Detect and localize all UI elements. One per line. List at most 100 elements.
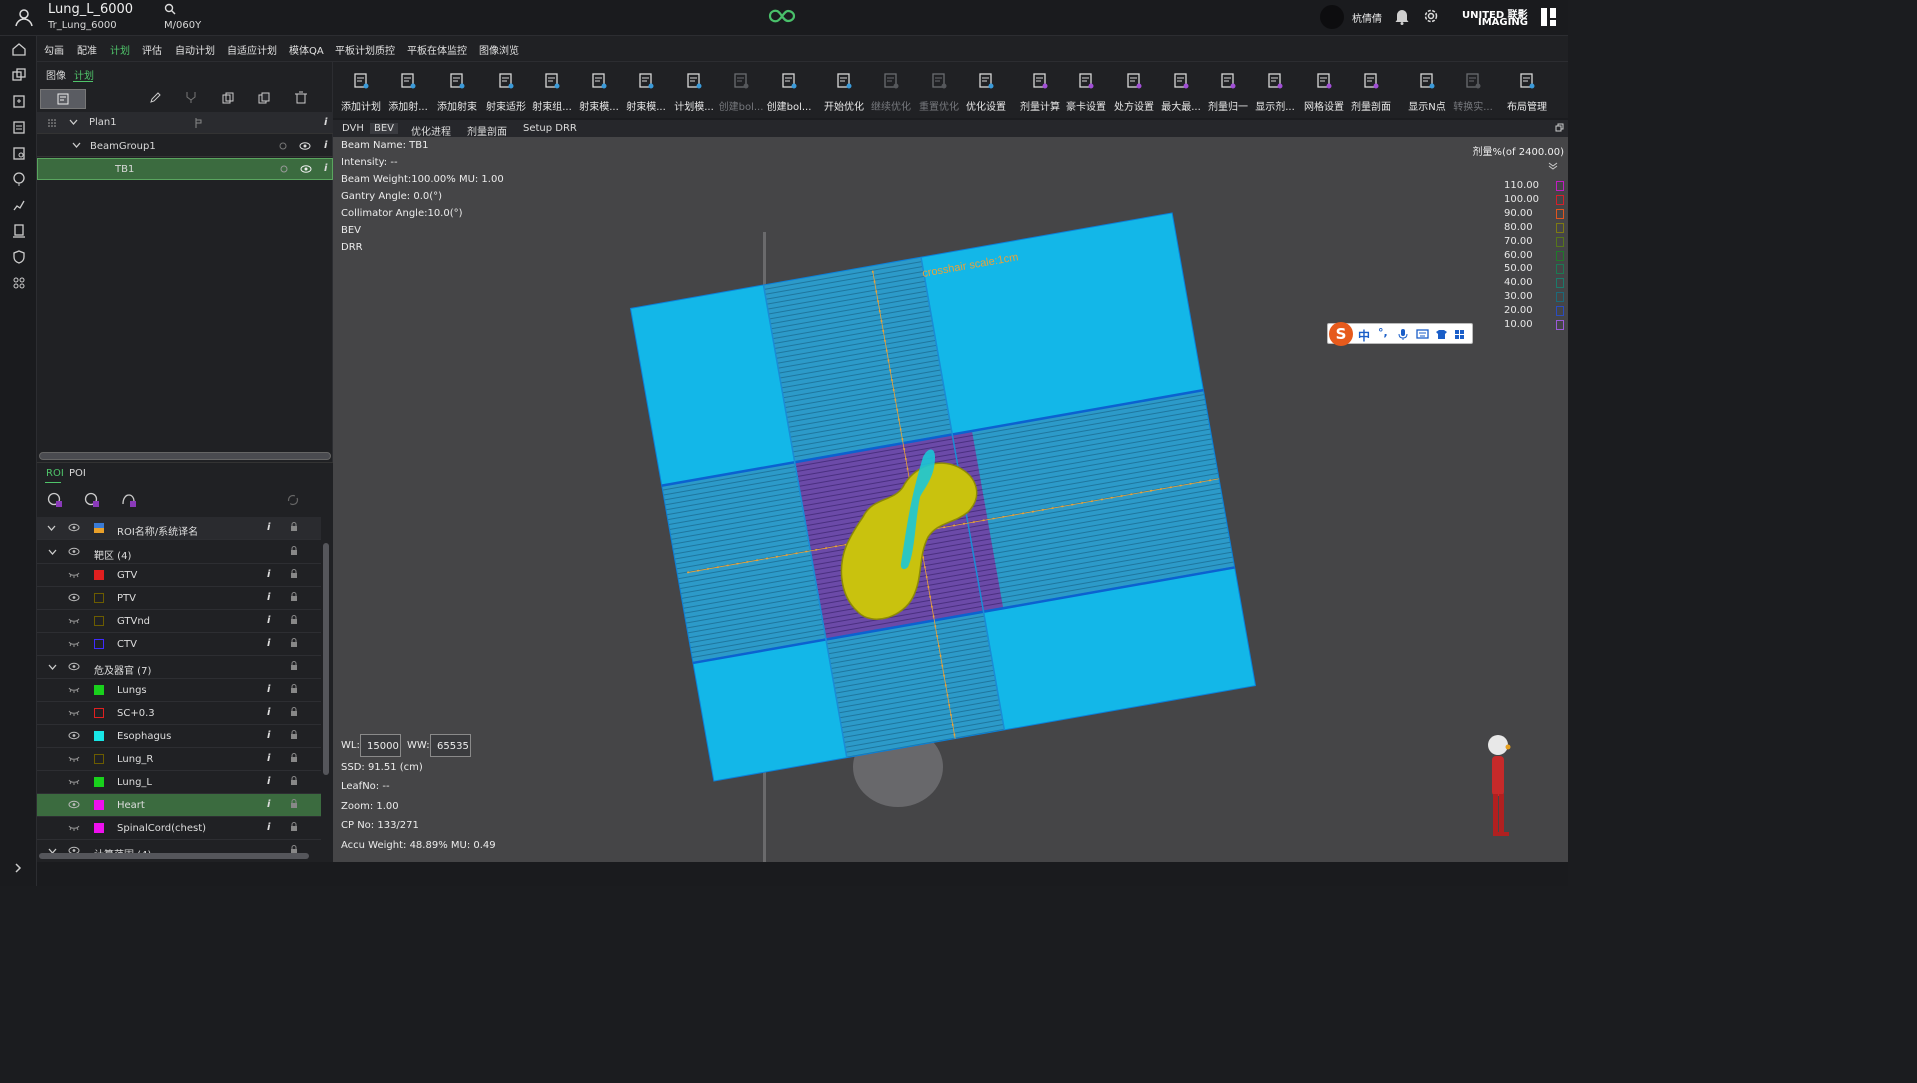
info-icon[interactable]: i [267, 776, 270, 787]
dose-level-swatch-icon[interactable] [1556, 250, 1564, 261]
eye-closed-icon[interactable] [68, 754, 80, 763]
info-icon[interactable]: i [267, 522, 270, 533]
tree-row-beamgroup[interactable]: BeamGroup1 i [37, 135, 333, 157]
info-icon[interactable]: i [324, 117, 327, 128]
ime-lang[interactable]: 中 [1358, 327, 1370, 344]
tab-poi[interactable]: POI [69, 468, 86, 479]
roi-color-swatch-icon[interactable] [94, 754, 104, 764]
eye-icon[interactable] [68, 731, 80, 740]
roi-group-row[interactable]: 危及器官 (7) [37, 656, 321, 679]
roi-group-row[interactable]: 靶区 (4) [37, 541, 321, 564]
user-name[interactable]: 杭倩倩 [1352, 10, 1382, 25]
copy-icon[interactable] [222, 92, 234, 104]
refresh-icon[interactable] [287, 494, 299, 506]
stats-icon[interactable] [12, 198, 26, 212]
info-icon[interactable]: i [267, 799, 270, 810]
keyboard-icon[interactable] [1416, 329, 1429, 339]
info-icon[interactable]: i [267, 638, 270, 649]
menu-evaluate[interactable]: 评估 [142, 42, 162, 57]
avatar[interactable] [1320, 5, 1344, 29]
bev-image[interactable]: crosshair scale:1cm [333, 137, 1568, 862]
roi-tool-icon[interactable] [84, 492, 100, 508]
bell-icon[interactable] [1394, 8, 1410, 25]
roi-item-row[interactable]: GTV i [37, 564, 321, 587]
info-icon[interactable]: i [267, 684, 270, 695]
lock-icon[interactable] [290, 661, 298, 671]
toolbox-icon[interactable] [1454, 329, 1465, 340]
menu-phantom-qa[interactable]: 模体QA [289, 42, 324, 57]
menu-contour[interactable]: 勾画 [44, 42, 64, 57]
chevron-down-icon[interactable] [48, 549, 57, 556]
evaluate-icon[interactable] [12, 120, 26, 134]
dose-visibility-icon[interactable] [278, 164, 290, 174]
roi-color-swatch-icon[interactable] [94, 570, 104, 580]
dose-level-swatch-icon[interactable] [1556, 292, 1564, 303]
layout-management-button[interactable]: 布局管理 [1501, 62, 1553, 118]
lock-icon[interactable] [290, 822, 298, 832]
info-icon[interactable]: i [267, 707, 270, 718]
eye-icon[interactable] [68, 547, 80, 556]
info-icon[interactable]: i [267, 730, 270, 741]
roi-item-row[interactable]: Esophagus i [37, 725, 321, 748]
chevron-down-icon[interactable] [72, 142, 81, 149]
home-icon[interactable] [12, 42, 26, 56]
plan-icon[interactable] [12, 94, 26, 108]
tab-dose-profile[interactable]: 剂量剖面 [467, 123, 507, 138]
bev-viewport[interactable]: crosshair scale:1cm Beam Name: TB1 Inten… [333, 137, 1568, 862]
roi-vertical-scrollbar[interactable] [323, 543, 329, 775]
dose-level-swatch-icon[interactable] [1556, 306, 1564, 317]
ime-punct[interactable]: °, [1378, 326, 1388, 339]
brain-icon[interactable] [12, 172, 26, 186]
tree-scrollbar[interactable] [39, 452, 331, 460]
info-icon[interactable]: i [267, 615, 270, 626]
roi-color-swatch-icon[interactable] [94, 777, 104, 787]
lock-icon[interactable] [290, 707, 298, 717]
user-icon[interactable] [14, 7, 34, 27]
wl-input[interactable]: 15000 [360, 734, 401, 757]
dose-visibility-icon[interactable] [277, 141, 289, 151]
lock-icon[interactable] [290, 753, 298, 763]
roi-tool-icon[interactable] [121, 492, 137, 508]
maximize-icon[interactable] [1555, 123, 1564, 132]
tab-roi[interactable]: ROI [46, 468, 64, 479]
roi-item-row[interactable]: SpinalCord(chest) i [37, 817, 321, 840]
lock-icon[interactable] [290, 638, 298, 648]
menu-epid-invivo[interactable]: 平板在体监控 [407, 42, 467, 57]
duplicate-icon[interactable] [258, 92, 270, 104]
dose-level-swatch-icon[interactable] [1556, 222, 1564, 233]
tab-plan[interactable]: 计划 [74, 67, 94, 82]
tab-image[interactable]: 图像 [46, 67, 66, 82]
info-icon[interactable]: i [324, 140, 327, 151]
tree-row-plan[interactable]: Plan1 i [37, 112, 333, 134]
eye-closed-icon[interactable] [68, 708, 80, 717]
menu-auto-plan[interactable]: 自动计划 [175, 42, 215, 57]
tab-optimization-progress[interactable]: 优化进程 [411, 123, 451, 138]
roi-color-swatch-icon[interactable] [94, 616, 104, 626]
split-icon[interactable] [185, 91, 197, 104]
tab-setup-drr[interactable]: Setup DRR [523, 123, 577, 134]
roi-color-swatch-icon[interactable] [94, 708, 104, 718]
chevron-down-icon[interactable] [47, 525, 56, 532]
skin-icon[interactable] [1435, 329, 1448, 340]
info-icon[interactable]: i [324, 163, 327, 174]
dose-level-swatch-icon[interactable] [1556, 320, 1564, 330]
tab-dvh[interactable]: DVH [342, 123, 364, 134]
ime-toolbar[interactable]: S 中 °, [1327, 322, 1473, 346]
apps-icon[interactable] [12, 276, 26, 290]
delete-icon[interactable] [295, 91, 307, 104]
roi-item-row[interactable]: CTV i [37, 633, 321, 656]
expand-icon[interactable] [13, 862, 23, 874]
dose-level-swatch-icon[interactable] [1556, 278, 1564, 289]
roi-color-swatch-icon[interactable] [94, 593, 104, 603]
menu-adaptive-plan[interactable]: 自适应计划 [227, 42, 277, 57]
eye-closed-icon[interactable] [68, 685, 80, 694]
ww-input[interactable]: 65535 [430, 734, 471, 757]
dose-level-swatch-icon[interactable] [1556, 264, 1564, 275]
dose-level-swatch-icon[interactable] [1556, 208, 1564, 219]
lock-icon[interactable] [290, 522, 298, 532]
lock-icon[interactable] [290, 615, 298, 625]
eye-icon[interactable] [68, 800, 80, 809]
roi-item-row[interactable]: Lungs i [37, 679, 321, 702]
tree-row-beam[interactable]: TB1 i [37, 158, 333, 180]
roi-item-row[interactable]: PTV i [37, 587, 321, 610]
